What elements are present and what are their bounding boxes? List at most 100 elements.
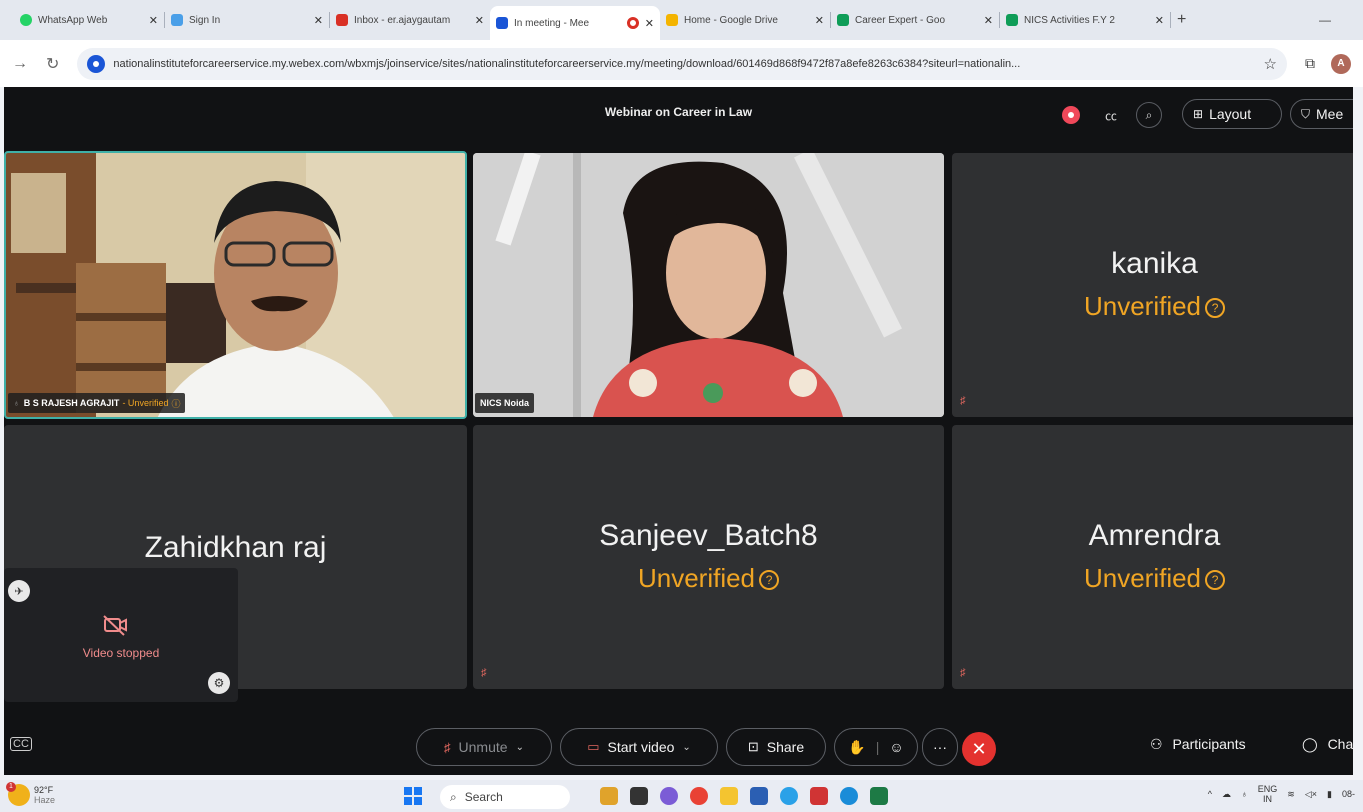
meeting-control-bar: CC ♯ Unmute ⌄ ▭ Start video ⌄ ⊡ Share ✋ …: [4, 722, 1353, 772]
end-call-button[interactable]: ✕: [962, 732, 996, 766]
sheets-icon: [837, 14, 849, 26]
weather-widget[interactable]: 1 92°F Haze: [6, 782, 55, 806]
tab-gmail-inbox[interactable]: Inbox - er.ajaygautam ✕: [330, 0, 490, 40]
minimize-button[interactable]: —: [1313, 0, 1337, 40]
grid-icon: ⊞: [1193, 107, 1204, 121]
shield-icon: ⛉: [1301, 106, 1311, 121]
close-tab-icon[interactable]: ✕: [1155, 14, 1164, 27]
mcafee-icon[interactable]: [810, 787, 828, 805]
share-button[interactable]: ⊡ Share: [726, 728, 826, 766]
edge-icon[interactable]: [780, 787, 798, 805]
close-tab-icon[interactable]: ✕: [149, 14, 158, 27]
participant-tile-kanika[interactable]: kanika Unverified? ♯: [952, 153, 1353, 417]
weather-sun-icon: 1: [6, 782, 30, 806]
video-off-icon: ▭: [587, 739, 600, 754]
participant-name-label: ♁ B S RAJESH AGRAJIT - Unverified ⓘ: [8, 393, 186, 413]
meeting-info-button[interactable]: ⛉ Mee: [1290, 99, 1353, 129]
unverified-status: Unverified?: [952, 291, 1353, 322]
zoom-search-icon[interactable]: ⌕: [1136, 102, 1162, 128]
file-explorer-icon[interactable]: [720, 787, 738, 805]
tab-webex-meeting[interactable]: In meeting - Mee ✕: [490, 6, 660, 40]
recording-tab-icon: [626, 17, 639, 29]
close-tab-icon[interactable]: ✕: [984, 14, 993, 27]
google-drive-icon: [666, 14, 678, 26]
profile-avatar[interactable]: A: [1331, 53, 1351, 74]
language-indicator[interactable]: ENG IN: [1258, 784, 1278, 804]
new-tab-button[interactable]: +: [1171, 0, 1211, 40]
battery-icon[interactable]: ▮: [1327, 789, 1332, 800]
store-icon[interactable]: [750, 787, 768, 805]
volume-icon[interactable]: ◁×: [1305, 789, 1317, 800]
start-video-button[interactable]: ▭ Start video ⌄: [560, 728, 718, 766]
close-tab-icon[interactable]: ✕: [314, 14, 323, 27]
pin-icon[interactable]: ✈: [8, 580, 30, 602]
tab-sign-in[interactable]: Sign In ✕: [165, 0, 329, 40]
excel-icon[interactable]: [870, 787, 888, 805]
meeting-window: Webinar on Career in Law ㏄ ⌕ ⊞ Layout ⛉ …: [4, 87, 1353, 775]
chevron-down-icon[interactable]: ⌄: [516, 742, 524, 753]
bookmark-star-icon[interactable]: ☆: [1264, 55, 1277, 73]
reactions-button[interactable]: ✋ | ☺: [834, 728, 918, 766]
browser-tab-bar: WhatsApp Web ✕ Sign In ✕ Inbox - er.ajay…: [0, 0, 1363, 40]
closed-captions-icon[interactable]: ㏄: [1098, 102, 1124, 128]
emoji-icon: ☺: [889, 739, 904, 755]
mic-muted-icon: ♯: [481, 667, 487, 679]
self-view-panel[interactable]: ✈ Video stopped ⚙: [4, 568, 238, 702]
meeting-top-bar: Webinar on Career in Law ㏄ ⌕ ⊞ Layout ⛉ …: [4, 87, 1353, 142]
mic-icon[interactable]: ♁: [1241, 789, 1248, 799]
task-view-icon[interactable]: [630, 787, 648, 805]
gmail-icon: [336, 14, 348, 26]
address-bar: → ↻ nationalinstituteforcareerservice.my…: [0, 40, 1363, 87]
chevron-up-icon[interactable]: ^: [1208, 789, 1212, 799]
chevron-down-icon[interactable]: ⌄: [682, 742, 690, 753]
wifi-icon[interactable]: ≋: [1287, 789, 1295, 800]
settings-gear-icon[interactable]: ⚙: [208, 672, 230, 694]
tab-nics-activities[interactable]: NICS Activities F.Y 2 ✕: [1000, 0, 1170, 40]
site-info-icon[interactable]: [87, 54, 106, 73]
chrome-icon[interactable]: [690, 787, 708, 805]
tab-career-expert[interactable]: Career Expert - Goo ✕: [831, 0, 999, 40]
widgets-icon[interactable]: [600, 787, 618, 805]
close-tab-icon[interactable]: ✕: [475, 14, 484, 27]
captions-icon[interactable]: CC: [10, 737, 32, 751]
chat-icon: ◯: [1302, 736, 1318, 752]
mic-muted-icon: ♯: [444, 739, 451, 755]
help-icon: ⓘ: [171, 398, 181, 409]
tab-whatsapp[interactable]: WhatsApp Web ✕: [14, 0, 164, 40]
unmute-button[interactable]: ♯ Unmute ⌄: [416, 728, 552, 766]
taskbar-search[interactable]: ⌕ Search: [440, 785, 570, 809]
system-tray: ^ ☁ ♁ ENG IN ≋ ◁× ▮ 08-: [1198, 784, 1355, 804]
participants-icon: ⚇: [1150, 736, 1163, 752]
extensions-icon[interactable]: ⧉: [1305, 55, 1315, 72]
chat-button[interactable]: ◯ Cha: [1302, 736, 1353, 753]
participants-button[interactable]: ⚇ Participants: [1150, 736, 1246, 753]
close-tab-icon[interactable]: ✕: [645, 17, 654, 30]
raise-hand-icon: ✋: [848, 738, 866, 755]
more-options-button[interactable]: ···: [922, 728, 958, 766]
whatsapp-icon: [20, 14, 32, 26]
signin-icon: [171, 14, 183, 26]
sheets-icon: [1006, 14, 1018, 26]
layout-button[interactable]: ⊞ Layout: [1182, 99, 1282, 129]
reload-icon[interactable]: ↻: [46, 54, 59, 74]
help-icon: ?: [1205, 298, 1226, 319]
webex-icon: [496, 17, 508, 29]
participant-tile-sanjeev[interactable]: Sanjeev_Batch8 Unverified? ♯: [473, 425, 944, 689]
windows-start-icon[interactable]: [404, 787, 422, 805]
close-tab-icon[interactable]: ✕: [815, 14, 824, 27]
tab-google-drive[interactable]: Home - Google Drive ✕: [660, 0, 830, 40]
participant-video: [6, 153, 465, 417]
share-screen-icon: ⊡: [747, 739, 759, 754]
video-tile-nics-noida[interactable]: NICS Noida: [473, 153, 944, 417]
url-field[interactable]: nationalinstituteforcareerservice.my.web…: [77, 47, 1287, 80]
participant-tile-amrendra[interactable]: Amrendra Unverified? ♯: [952, 425, 1353, 689]
onedrive-icon[interactable]: ☁: [1222, 789, 1231, 800]
clock[interactable]: 08-: [1342, 789, 1355, 799]
video-tile-rajesh[interactable]: ♁ B S RAJESH AGRAJIT - Unverified ⓘ: [4, 151, 467, 419]
mic-icon: ♁: [13, 398, 20, 408]
teams-icon[interactable]: [660, 787, 678, 805]
skype-icon[interactable]: [840, 787, 858, 805]
recording-icon[interactable]: [1062, 106, 1080, 124]
forward-icon[interactable]: →: [12, 55, 28, 73]
windows-taskbar: 1 92°F Haze ⌕ Search ^ ☁ ♁ ENG IN ≋ ◁× ▮…: [0, 780, 1363, 812]
